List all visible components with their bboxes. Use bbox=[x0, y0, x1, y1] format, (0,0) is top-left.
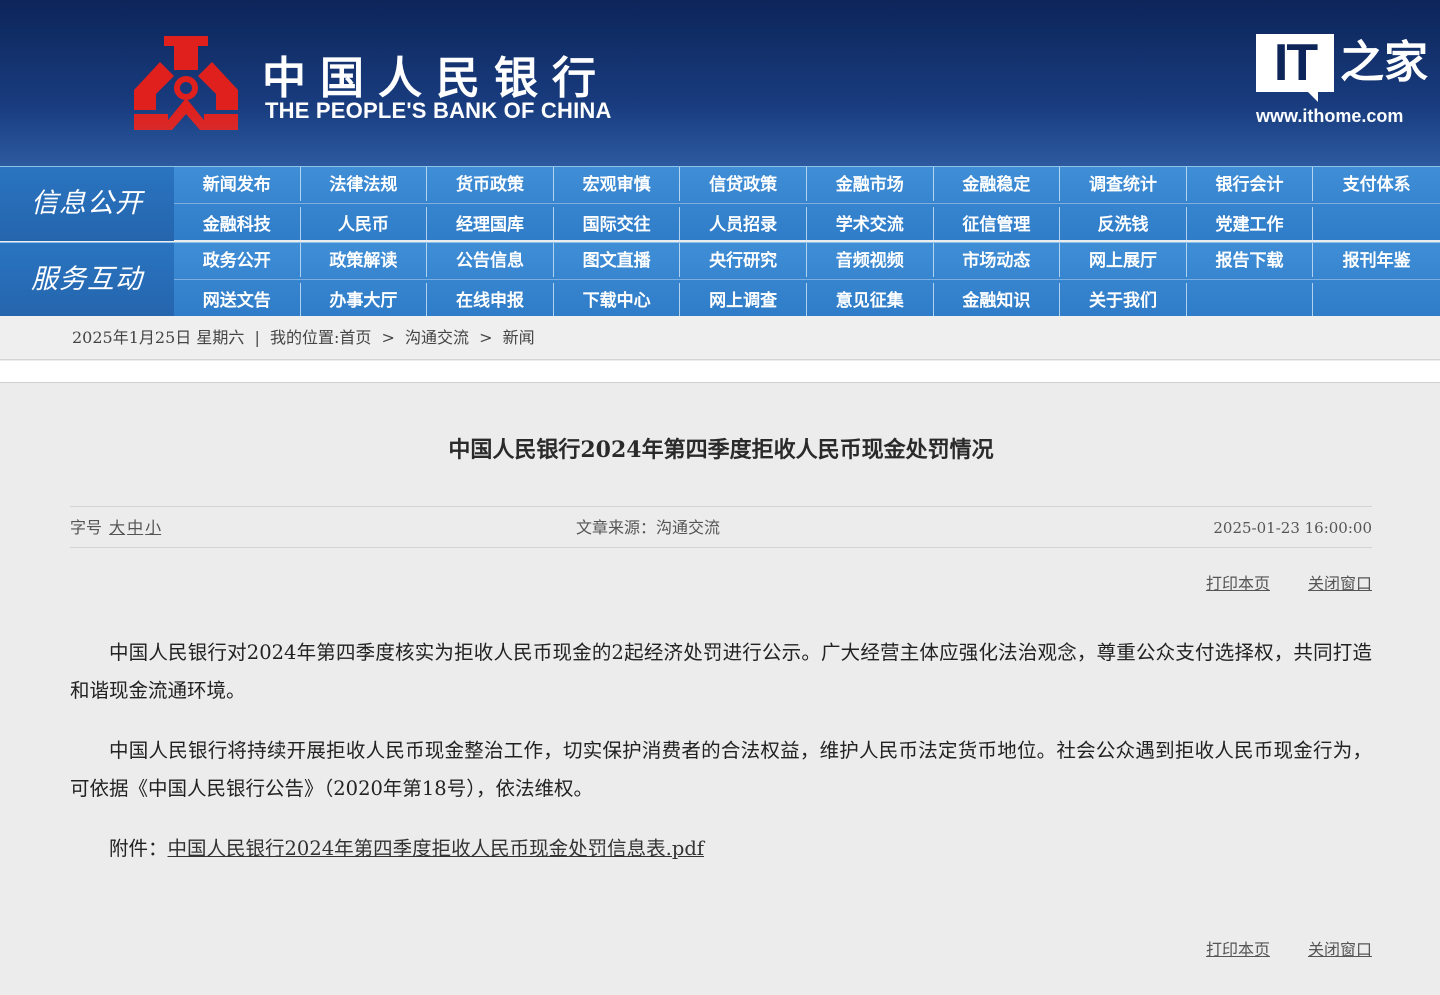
print-page-link[interactable]: 打印本页 bbox=[1206, 940, 1270, 959]
nav-row: 新闻发布 法律法规 货币政策 宏观审慎 信贷政策 金融市场 金融稳定 调查统计 … bbox=[174, 167, 1440, 204]
nav-item-feedback[interactable]: 意见征集 bbox=[807, 283, 934, 317]
bank-name-en: THE PEOPLE'S BANK OF CHINA bbox=[265, 98, 612, 123]
nav-item-about-us[interactable]: 关于我们 bbox=[1060, 283, 1187, 317]
article-paragraph: 中国人民银行将持续开展拒收人民币现金整治工作，切实保护消费者的合法权益，维护人民… bbox=[70, 739, 1372, 800]
nav-item-empty bbox=[1313, 207, 1440, 241]
nav-block-info-disclosure: 信息公开 新闻发布 法律法规 货币政策 宏观审慎 信贷政策 金融市场 金融稳定 … bbox=[0, 166, 1440, 241]
article-publish-datetime: 2025-01-23 16:00:00 bbox=[1213, 519, 1372, 537]
nav-item-announcements[interactable]: 公告信息 bbox=[427, 243, 554, 277]
article-source: 文章来源：沟通交流 bbox=[576, 518, 721, 537]
nav-item-statistics[interactable]: 调查统计 bbox=[1060, 167, 1187, 201]
nav-divider bbox=[174, 279, 1440, 280]
nav-item-credit-reference[interactable]: 征信管理 bbox=[934, 207, 1061, 241]
close-window-link[interactable]: 关闭窗口 bbox=[1308, 574, 1372, 593]
article-body: 中国人民银行对2024年第四季度核实为拒收人民币现金的2起经济处罚进行公示。广大… bbox=[70, 634, 1372, 890]
nav-item-online-exhibition[interactable]: 网上展厅 bbox=[1060, 243, 1187, 277]
nav-item-audio-video[interactable]: 音频视频 bbox=[807, 243, 934, 277]
ithome-cn-mark: 之家 bbox=[1340, 37, 1428, 88]
nav-item-treasury[interactable]: 经理国库 bbox=[427, 207, 554, 241]
nav-item-academic[interactable]: 学术交流 bbox=[807, 207, 934, 241]
nav-block-label: 服务互动 bbox=[0, 243, 174, 317]
nav-item-policy-interpretation[interactable]: 政策解读 bbox=[301, 243, 428, 277]
nav-divider bbox=[174, 203, 1440, 204]
nav-item-online-survey[interactable]: 网上调查 bbox=[680, 283, 807, 317]
print-page-link[interactable]: 打印本页 bbox=[1206, 574, 1270, 593]
nav-item-financial-stability[interactable]: 金融稳定 bbox=[934, 167, 1061, 201]
breadcrumb-arrow: > bbox=[381, 328, 395, 347]
pboc-emblem-logo bbox=[134, 36, 238, 130]
nav-item-recruitment[interactable]: 人员招录 bbox=[680, 207, 807, 241]
article-tools-bottom: 打印本页 关闭窗口 bbox=[1168, 936, 1372, 960]
nav-item-bank-accounting[interactable]: 银行会计 bbox=[1187, 167, 1314, 201]
nav-row: 金融科技 人民币 经理国库 国际交往 人员招录 学术交流 征信管理 反洗钱 党建… bbox=[174, 207, 1440, 244]
bank-name-cn: 中国人民银行 bbox=[262, 53, 610, 104]
nav-item-news-release[interactable]: 新闻发布 bbox=[174, 167, 301, 201]
breadcrumb-prefix: 我的位置: bbox=[269, 328, 340, 347]
nav-item-online-filing[interactable]: 在线申报 bbox=[427, 283, 554, 317]
breadcrumb-level1-link[interactable]: 沟通交流 bbox=[405, 328, 469, 347]
nav-row: 网送文告 办事大厅 在线申报 下载中心 网上调查 意见征集 金融知识 关于我们 bbox=[174, 283, 1440, 320]
close-window-link[interactable]: 关闭窗口 bbox=[1308, 940, 1372, 959]
ithome-watermark-url: www.ithome.com bbox=[1256, 106, 1404, 126]
nav-item-yearbook[interactable]: 报刊年鉴 bbox=[1313, 243, 1440, 277]
breadcrumb-home-link[interactable]: 首页 bbox=[339, 328, 371, 347]
breadcrumb: 2025年1月25日 星期六 | 我的位置:首页 > 沟通交流 > 新闻 bbox=[0, 316, 1440, 360]
speech-bubble-tail-icon bbox=[1306, 90, 1318, 102]
breadcrumb-level2-link[interactable]: 新闻 bbox=[503, 328, 535, 347]
font-size-switcher: 字号 大中小 bbox=[70, 507, 161, 549]
font-size-small-link[interactable]: 小 bbox=[145, 518, 161, 537]
breadcrumb-separator: | bbox=[254, 328, 260, 347]
nav-item-download-center[interactable]: 下载中心 bbox=[554, 283, 681, 317]
article-title: 中国人民银行2024年第四季度拒收人民币现金处罚情况 bbox=[448, 437, 994, 463]
nav-item-financial-knowledge[interactable]: 金融知识 bbox=[934, 283, 1061, 317]
ithome-watermark-logo: IT 之家 bbox=[1256, 34, 1428, 102]
breadcrumb-arrow: > bbox=[479, 328, 493, 347]
attachment-line: 附件：中国人民银行2024年第四季度拒收人民币现金处罚信息表.pdf bbox=[70, 830, 1372, 868]
nav-item-macroprudential[interactable]: 宏观审慎 bbox=[554, 167, 681, 201]
nav-block-label: 信息公开 bbox=[0, 167, 174, 241]
main-navigation: 信息公开 新闻发布 法律法规 货币政策 宏观审慎 信贷政策 金融市场 金融稳定 … bbox=[0, 166, 1440, 317]
nav-item-empty bbox=[1313, 283, 1440, 317]
nav-item-monetary-policy[interactable]: 货币政策 bbox=[427, 167, 554, 201]
nav-item-anti-money-laundering[interactable]: 反洗钱 bbox=[1060, 207, 1187, 241]
nav-item-payment-system[interactable]: 支付体系 bbox=[1313, 167, 1440, 201]
article: 中国人民银行2024年第四季度拒收人民币现金处罚情况 字号 大中小 文章来源：沟… bbox=[70, 384, 1372, 995]
nav-item-service-hall[interactable]: 办事大厅 bbox=[301, 283, 428, 317]
nav-item-credit-policy[interactable]: 信贷政策 bbox=[680, 167, 807, 201]
site-header-banner: 中国人民银行 THE PEOPLE'S BANK OF CHINA IT 之家 … bbox=[0, 0, 1440, 166]
article-meta-bar: 字号 大中小 文章来源：沟通交流 2025-01-23 16:00:00 bbox=[70, 506, 1372, 548]
nav-item-empty bbox=[1187, 283, 1314, 317]
nav-item-fintech[interactable]: 金融科技 bbox=[174, 207, 301, 241]
font-size-label: 字号 bbox=[70, 518, 103, 537]
article-tools-top: 打印本页 关闭窗口 bbox=[1168, 570, 1372, 594]
font-size-medium-link[interactable]: 中 bbox=[127, 518, 143, 537]
font-size-large-link[interactable]: 大 bbox=[109, 518, 125, 537]
attachment-pdf-link[interactable]: 中国人民银行2024年第四季度拒收人民币现金处罚信息表.pdf bbox=[168, 837, 705, 860]
nav-item-laws[interactable]: 法律法规 bbox=[301, 167, 428, 201]
nav-item-report-download[interactable]: 报告下载 bbox=[1187, 243, 1314, 277]
nav-row: 政务公开 政策解读 公告信息 图文直播 央行研究 音频视频 市场动态 网上展厅 … bbox=[174, 243, 1440, 280]
nav-item-party-building[interactable]: 党建工作 bbox=[1187, 207, 1314, 241]
current-date: 2025年1月25日 星期六 bbox=[72, 328, 245, 347]
nav-item-international[interactable]: 国际交往 bbox=[554, 207, 681, 241]
article-paragraph: 中国人民银行对2024年第四季度核实为拒收人民币现金的2起经济处罚进行公示。广大… bbox=[70, 641, 1372, 702]
nav-item-live-broadcast[interactable]: 图文直播 bbox=[554, 243, 681, 277]
attachment-label: 附件： bbox=[109, 837, 168, 860]
ithome-it-mark: IT bbox=[1256, 34, 1334, 92]
nav-item-financial-market[interactable]: 金融市场 bbox=[807, 167, 934, 201]
nav-block-service-interaction: 服务互动 政务公开 政策解读 公告信息 图文直播 央行研究 音频视频 市场动态 … bbox=[0, 242, 1440, 317]
nav-item-rmb[interactable]: 人民币 bbox=[301, 207, 428, 241]
nav-item-government-affairs[interactable]: 政务公开 bbox=[174, 243, 301, 277]
nav-item-research[interactable]: 央行研究 bbox=[680, 243, 807, 277]
nav-item-market-news[interactable]: 市场动态 bbox=[934, 243, 1061, 277]
nav-item-documents[interactable]: 网送文告 bbox=[174, 283, 301, 317]
content-top-strip bbox=[0, 361, 1440, 383]
